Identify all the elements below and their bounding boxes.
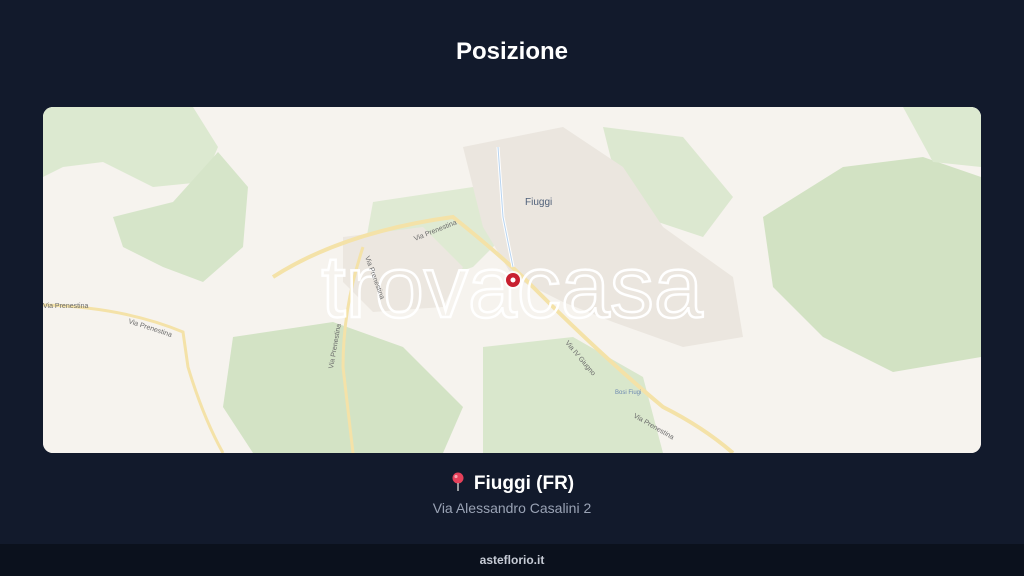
footer: asteflorio.it	[0, 544, 1024, 576]
map-view[interactable]: trovacasa Fiuggi Via Prenestina Via Pren…	[43, 107, 981, 453]
location-name: Fiuggi (FR)	[473, 473, 575, 494]
map-label-road: Via Prenestina	[43, 303, 89, 310]
page-title: Posizione	[455, 38, 569, 65]
map-marker-icon[interactable]	[504, 271, 522, 289]
pin-icon	[450, 472, 466, 498]
map-label-town: Fiuggi	[525, 197, 552, 208]
map-label-poi: Bosi Fiugi	[615, 390, 641, 396]
location-address: Via Alessandro Casalini 2	[432, 500, 592, 516]
map-canvas: trovacasa Fiuggi Via Prenestina Via Pren…	[43, 107, 981, 453]
location-row: Fiuggi (FR)	[0, 472, 1024, 498]
footer-site[interactable]: asteflorio.it	[480, 553, 545, 567]
